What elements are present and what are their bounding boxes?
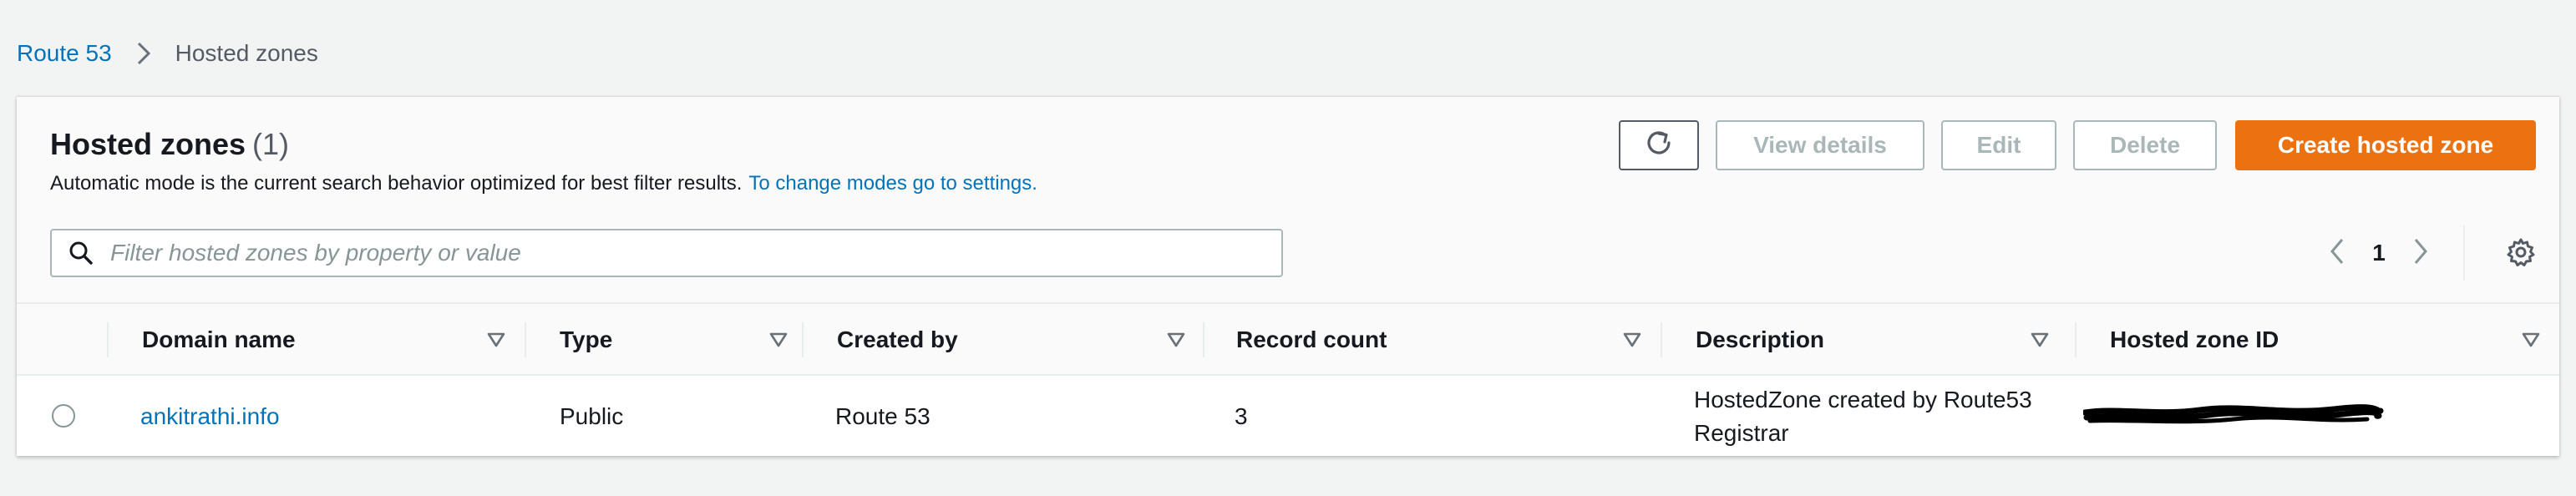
- pagination: 1: [2320, 229, 2437, 277]
- description-cell: HostedZone created by Route53 Registrar: [1694, 377, 2087, 456]
- column-header-domain-name[interactable]: Domain name: [142, 304, 518, 376]
- column-divider: [525, 322, 526, 357]
- create-hosted-zone-button[interactable]: Create hosted zone: [2235, 120, 2536, 170]
- record-count-cell: 3: [1235, 403, 1248, 429]
- search-mode-text: Automatic mode is the current search beh…: [50, 172, 743, 195]
- column-divider: [802, 322, 804, 357]
- column-header-description[interactable]: Description: [1696, 304, 2071, 376]
- previous-page-button[interactable]: [2320, 236, 2354, 270]
- pagination-divider: [2463, 225, 2465, 281]
- description-text: HostedZone created by Route53 Registrar: [1694, 387, 2032, 446]
- chevron-right-icon: [127, 37, 160, 70]
- delete-button[interactable]: Delete: [2073, 120, 2217, 170]
- column-header-record-count[interactable]: Record count: [1236, 304, 1671, 376]
- column-header-type[interactable]: Type: [560, 304, 802, 376]
- column-label: Record count: [1236, 326, 1387, 352]
- sort-caret-icon: [765, 326, 792, 353]
- sort-caret-icon: [1619, 326, 1645, 353]
- column-label: Description: [1696, 326, 1825, 352]
- row-select-radio[interactable]: [52, 404, 75, 428]
- domain-name-link[interactable]: ankitrathi.info: [140, 377, 280, 456]
- breadcrumb-current: Hosted zones: [175, 40, 318, 66]
- redaction-scribble: [2082, 402, 2384, 428]
- view-details-button[interactable]: View details: [1716, 120, 1924, 170]
- column-divider: [1661, 322, 1662, 357]
- edit-button[interactable]: Edit: [1941, 120, 2056, 170]
- type-cell: Public: [560, 403, 624, 429]
- sort-caret-icon: [2026, 326, 2053, 353]
- sort-caret-icon: [483, 326, 510, 353]
- created-by-cell: Route 53: [835, 403, 931, 429]
- page-number-button[interactable]: 1: [2354, 240, 2404, 266]
- search-icon: [67, 239, 95, 267]
- column-header-hosted-zone-id[interactable]: Hosted zone ID: [2110, 304, 2544, 376]
- refresh-button[interactable]: [1619, 120, 1699, 170]
- gear-icon: [2506, 237, 2536, 271]
- sort-caret-icon: [2518, 326, 2544, 353]
- search-field[interactable]: [50, 229, 1283, 277]
- table-header: Domain name Type Created by Record count: [17, 304, 2559, 376]
- next-page-button[interactable]: [2404, 236, 2437, 270]
- settings-link[interactable]: To change modes go to settings.: [748, 172, 1037, 195]
- page-title: Hosted zones (1): [50, 127, 289, 162]
- column-divider: [1203, 322, 1204, 357]
- column-label: Hosted zone ID: [2110, 326, 2279, 352]
- column-label: Created by: [837, 326, 958, 352]
- breadcrumb: Route 53 Hosted zones: [17, 37, 318, 70]
- zone-count: (1): [252, 127, 290, 161]
- breadcrumb-route53-link[interactable]: Route 53: [17, 40, 112, 67]
- search-mode-description: Automatic mode is the current search beh…: [50, 172, 1037, 195]
- page-title-text: Hosted zones: [50, 127, 246, 161]
- chevron-left-icon: [2328, 237, 2346, 270]
- search-input[interactable]: [109, 230, 1281, 276]
- table-preferences-button[interactable]: [2504, 237, 2538, 271]
- column-header-created-by[interactable]: Created by: [837, 304, 1204, 376]
- column-label: Type: [560, 326, 613, 352]
- refresh-icon: [1644, 128, 1674, 164]
- column-label: Domain name: [142, 326, 296, 352]
- column-divider: [2075, 322, 2077, 357]
- sort-caret-icon: [1163, 326, 1189, 353]
- column-divider: [107, 322, 109, 357]
- chevron-right-icon: [2411, 237, 2430, 270]
